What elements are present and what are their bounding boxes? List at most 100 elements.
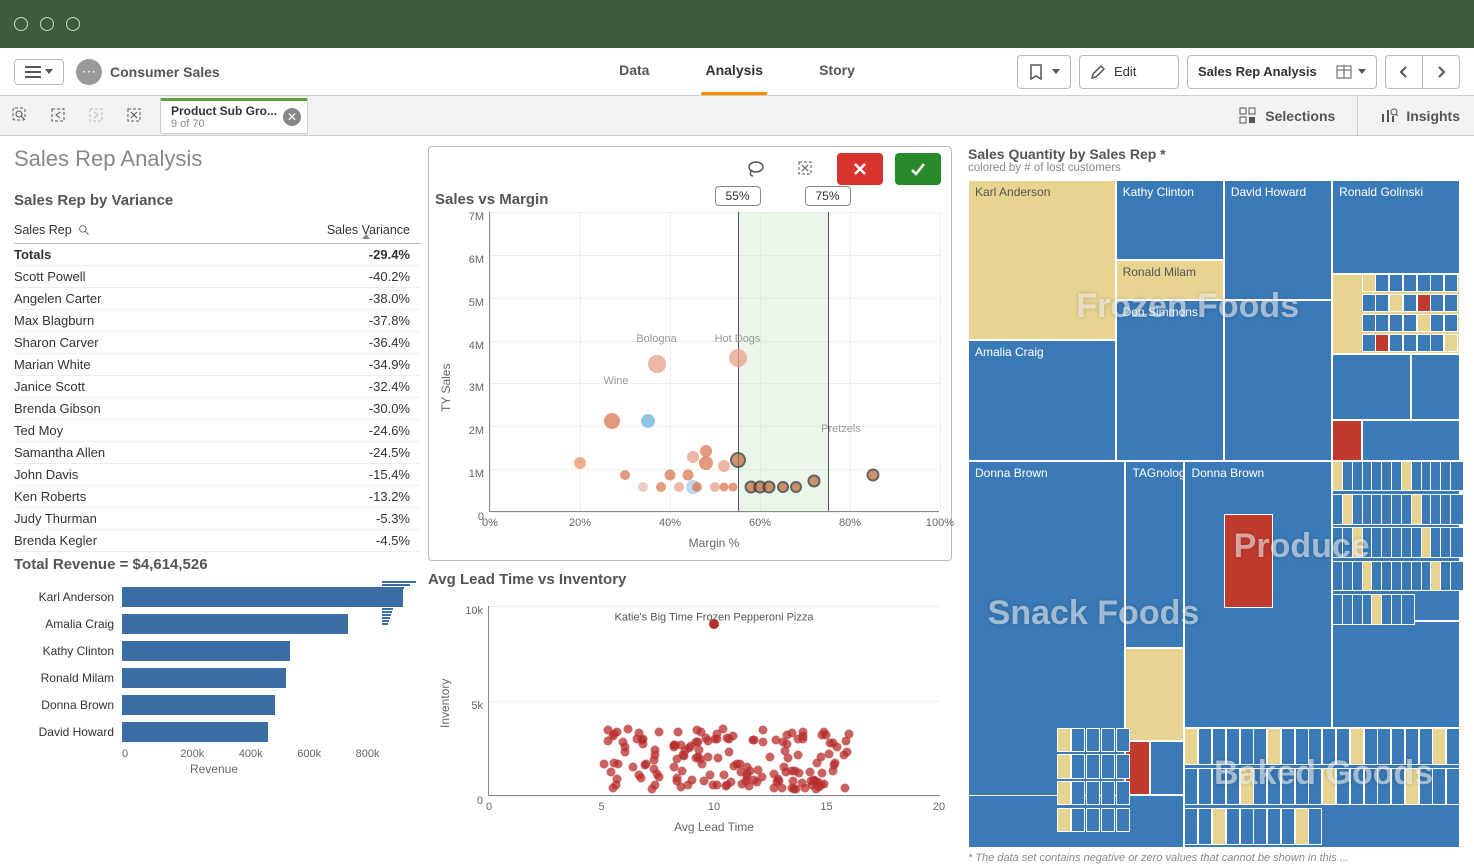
treemap-cell[interactable] [1362, 274, 1376, 293]
treemap-cell[interactable]: Don Simmons [1116, 300, 1224, 460]
insights-button[interactable]: Insights [1380, 107, 1460, 125]
scatter-point[interactable] [574, 457, 586, 469]
scatter-point[interactable] [678, 766, 687, 775]
treemap-cell[interactable] [1364, 768, 1378, 805]
scatter-point[interactable] [752, 778, 761, 787]
scatter-point[interactable] [650, 745, 659, 754]
treemap-cell[interactable]: Ronald Milam [1116, 260, 1224, 300]
treemap-cell[interactable] [1057, 808, 1071, 832]
treemap-cell[interactable] [1101, 754, 1115, 778]
scatter-point[interactable] [828, 767, 837, 776]
treemap-cell[interactable] [1377, 728, 1391, 765]
cancel-selection-button[interactable] [837, 153, 883, 185]
treemap-cell[interactable] [1375, 294, 1389, 313]
bar-row[interactable]: David Howard [14, 721, 414, 743]
treemap-cell[interactable] [1419, 768, 1433, 805]
sheet-selector[interactable]: Sales Rep Analysis [1187, 55, 1377, 89]
scatter-point[interactable] [692, 725, 701, 734]
treemap-cell[interactable] [1450, 461, 1464, 492]
treemap-cell[interactable]: Ronald Golinski [1332, 180, 1460, 274]
scatter-point[interactable] [732, 760, 741, 769]
scatter-point[interactable] [729, 483, 738, 492]
scatter-point[interactable] [779, 763, 788, 772]
treemap-cell[interactable] [1253, 808, 1267, 845]
bar-row[interactable]: Kathy Clinton [14, 640, 414, 662]
treemap-cell[interactable] [1405, 768, 1419, 805]
treemap-cell[interactable] [1198, 768, 1212, 805]
scatter-point[interactable] [766, 753, 775, 762]
scatter-point[interactable] [788, 728, 797, 737]
scatter1-chart[interactable]: TY Sales 01M2M3M4M5M6M7M0%20%40%60%80%10… [429, 212, 951, 560]
scatter-point[interactable] [724, 735, 733, 744]
treemap-cell[interactable] [1332, 354, 1411, 421]
treemap-cell[interactable]: TAGnology [1125, 461, 1184, 648]
treemap-cell[interactable] [1253, 728, 1267, 765]
treemap-cell[interactable]: David Howard [1224, 180, 1332, 300]
table-row[interactable]: Ted Moy-24.6% [14, 420, 420, 442]
selection-chip[interactable]: Product Sub Gro... 9 of 70 ✕ [160, 98, 308, 134]
scatter-point[interactable] [743, 769, 752, 778]
table-row[interactable]: Brenda Kegler-4.5% [14, 530, 420, 552]
treemap-cell[interactable] [1417, 314, 1431, 333]
scatter-point[interactable] [610, 759, 619, 768]
table-row[interactable]: Sharon Carver-36.4% [14, 332, 420, 354]
treemap-cell[interactable] [1071, 781, 1085, 805]
scatter-point[interactable] [822, 731, 831, 740]
scatter-point[interactable] [750, 736, 759, 745]
treemap-cell[interactable] [1403, 294, 1417, 313]
treemap-cell[interactable] [1350, 768, 1364, 805]
scatter-point[interactable] [722, 780, 731, 789]
scatter-point[interactable] [651, 780, 660, 789]
scatter-point[interactable] [824, 749, 833, 758]
treemap-cell[interactable] [1071, 754, 1085, 778]
scatter-point[interactable] [713, 754, 722, 763]
treemap-cell[interactable] [1198, 808, 1212, 845]
scatter-point[interactable] [798, 732, 807, 741]
scatter-point[interactable] [674, 728, 683, 737]
scatter-point[interactable] [790, 481, 802, 493]
scatter-point[interactable] [680, 746, 689, 755]
scatter-point[interactable] [729, 349, 747, 367]
treemap-cell[interactable] [1281, 728, 1295, 765]
scatter-point[interactable] [700, 777, 709, 786]
search-icon[interactable] [78, 224, 91, 237]
treemap-cell[interactable] [1403, 334, 1417, 353]
treemap-cell[interactable] [1377, 768, 1391, 805]
scatter-point[interactable] [754, 765, 763, 774]
table-row[interactable]: Angelen Carter-38.0% [14, 288, 420, 310]
treemap-cell[interactable] [1403, 274, 1417, 293]
scatter-point[interactable] [665, 470, 676, 481]
treemap-cell[interactable] [1224, 514, 1273, 608]
close-icon[interactable]: ✕ [283, 108, 301, 126]
clear-selection-icon[interactable] [787, 153, 825, 185]
table-row[interactable]: Scott Powell-40.2% [14, 266, 420, 288]
treemap-cell[interactable] [1212, 768, 1226, 805]
scatter-point[interactable] [815, 782, 824, 791]
scatter-point[interactable] [648, 355, 666, 373]
treemap-cell[interactable] [1240, 768, 1254, 805]
treemap-cell[interactable] [1322, 728, 1336, 765]
table-row[interactable]: Janice Scott-32.4% [14, 376, 420, 398]
treemap-cell[interactable] [1444, 274, 1458, 293]
treemap-cell[interactable] [1444, 314, 1458, 333]
treemap-cell[interactable] [1240, 728, 1254, 765]
scatter-point[interactable] [688, 775, 697, 784]
treemap-cell[interactable] [1184, 808, 1198, 845]
scatter-point[interactable] [656, 482, 666, 492]
column-sales-variance[interactable]: Sales Variance [290, 223, 410, 237]
treemap-cell[interactable] [1375, 334, 1389, 353]
treemap-cell[interactable] [1403, 314, 1417, 333]
treemap-cell[interactable] [1253, 768, 1267, 805]
scatter-point[interactable] [808, 475, 821, 488]
treemap-cell[interactable] [1362, 294, 1376, 313]
treemap-cell[interactable] [1224, 300, 1332, 460]
scatter-point[interactable] [793, 751, 802, 760]
treemap-cell[interactable] [1432, 728, 1446, 765]
treemap-cell[interactable] [1332, 621, 1460, 728]
scatter-point[interactable] [720, 770, 729, 779]
table-row[interactable]: Marian White-34.9% [14, 354, 420, 376]
treemap-cell[interactable] [1295, 728, 1309, 765]
treemap-cell[interactable] [1101, 728, 1115, 752]
treemap-cell[interactable] [1125, 648, 1184, 742]
table-row[interactable]: Ken Roberts-13.2% [14, 486, 420, 508]
